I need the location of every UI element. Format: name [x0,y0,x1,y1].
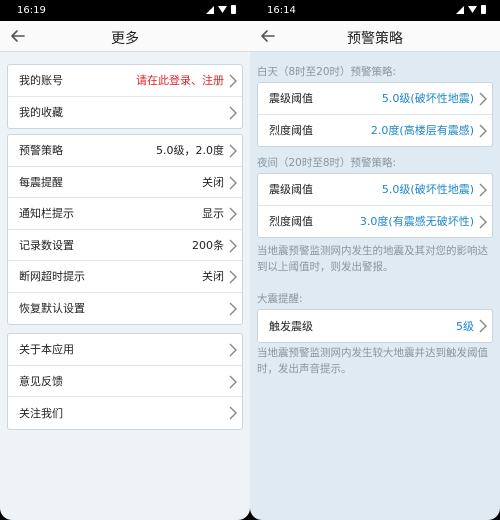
page-title: 预警策略 [347,31,403,47]
battery-icon [231,5,236,14]
row-night-magnitude-threshold[interactable]: 震级阈值 5.0级(破坏性地震) [258,174,492,206]
row-notification-bar[interactable]: 通知栏提示 显示 [8,198,242,230]
chevron-right-icon [229,302,237,315]
settings-group: 预警策略 5.0级，2.0度 每震提醒 关闭 通知栏提示 显示 记录数设置 20… [7,134,243,325]
row-day-intensity-threshold[interactable]: 烈度阈值 2.0度(高楼层有震感) [258,115,492,147]
about-group: 关于本应用 意见反馈 关注我们 [7,333,243,430]
row-value: 5.0级，2.0度 [156,144,224,158]
big-quake-description: 当地震预警监测网内发生较大地震并达到触发阈值时，发出声音提示。 [257,347,488,375]
row-record-count[interactable]: 记录数设置 200条 [8,230,242,261]
login-register-link[interactable]: 请在此登录、注册 [136,72,224,88]
row-value: 5级 [456,319,474,333]
chevron-right-icon [229,74,237,88]
chevron-right-icon [229,207,237,221]
row-label: 通知栏提示 [19,207,74,221]
row-value: 关闭 [202,270,224,284]
row-label: 断网超时提示 [19,270,85,284]
row-value: 3.0度(有震感无破坏性) [359,215,474,229]
row-label: 烈度阈值 [269,124,313,138]
row-warning-strategy[interactable]: 预警策略 5.0级，2.0度 [8,135,242,167]
chevron-right-icon [229,106,237,119]
chevron-right-icon [229,343,237,357]
status-time: 16:14 [267,5,296,16]
row-label: 记录数设置 [19,238,74,252]
row-value: 显示 [202,207,224,221]
chevron-right-icon [479,92,487,106]
top-app-bar: 更多 [0,21,250,52]
status-time: 16:19 [17,5,46,16]
row-each-quake-reminder[interactable]: 每震提醒 关闭 [8,167,242,198]
row-my-favorites[interactable]: 我的收藏 [8,97,242,129]
row-label: 震级阈值 [269,183,313,197]
row-label: 恢复默认设置 [19,302,85,316]
signal-icon [206,5,214,14]
strategy-description: 当地震预警监测网内发生的地震及其对您的影响达到以上阈值时，则发出警报。 [257,245,488,273]
row-label: 每震提醒 [19,175,63,189]
night-strategy-group: 震级阈值 5.0级(破坏性地震) 烈度阈值 3.0度(有震感无破坏性) [257,173,493,238]
status-bar: 16:19 [0,0,250,21]
row-offline-timeout[interactable]: 断网超时提示 关闭 [8,261,242,293]
row-label: 关于本应用 [19,343,74,357]
chevron-right-icon [229,239,237,252]
wifi-icon [468,6,477,13]
row-value: 2.0度(高楼层有震感) [370,124,474,138]
big-quake-group: 触发震级 5级 [257,309,493,343]
row-night-intensity-threshold[interactable]: 烈度阈值 3.0度(有震感无破坏性) [258,206,492,238]
row-value: 5.0级(破坏性地震) [381,183,474,197]
chevron-right-icon [229,270,237,284]
chevron-right-icon [229,176,237,189]
row-value: 200条 [192,238,224,252]
row-label: 烈度阈值 [269,215,313,229]
chevron-right-icon [479,124,487,137]
row-label: 意见反馈 [19,374,63,388]
chevron-right-icon [229,375,237,388]
row-feedback[interactable]: 意见反馈 [8,366,242,397]
row-restore-defaults[interactable]: 恢复默认设置 [8,293,242,325]
row-label: 我的收藏 [19,106,63,120]
day-section-label: 白天（8时至20时）预警策略: [257,66,397,78]
top-app-bar: 预警策略 [250,21,500,52]
chevron-right-icon [229,144,237,158]
row-follow-us[interactable]: 关注我们 [8,397,242,429]
row-label: 我的账号 [19,74,63,88]
big-quake-section-label: 大震提醒: [257,293,303,305]
row-value: 关闭 [202,175,224,189]
row-day-magnitude-threshold[interactable]: 震级阈值 5.0级(破坏性地震) [258,83,492,115]
account-group: 我的账号 请在此登录、注册 我的收藏 [7,64,243,129]
settings-more-screen: 16:19 更多 我的账号 请在此登录、注册 我的收藏 预警策略 5.0级，2.… [0,0,250,520]
row-my-account[interactable]: 我的账号 请在此登录、注册 [8,65,242,97]
chevron-right-icon [479,319,487,333]
row-about-app[interactable]: 关于本应用 [8,334,242,366]
chevron-right-icon [479,215,487,228]
signal-icon [456,5,464,14]
status-bar: 16:14 [250,0,500,21]
row-trigger-magnitude[interactable]: 触发震级 5级 [258,310,492,342]
warning-strategy-screen: 16:14 预警策略 白天（8时至20时）预警策略: 震级阈值 5.0级(破坏性… [250,0,500,520]
day-strategy-group: 震级阈值 5.0级(破坏性地震) 烈度阈值 2.0度(高楼层有震感) [257,82,493,147]
chevron-right-icon [229,406,237,420]
page-title: 更多 [111,31,139,47]
row-label: 触发震级 [269,319,313,333]
battery-icon [481,5,486,14]
chevron-right-icon [479,183,487,197]
night-section-label: 夜间（20时至8时）预警策略: [257,157,397,169]
wifi-icon [218,6,227,13]
row-value: 5.0级(破坏性地震) [381,92,474,106]
row-label: 预警策略 [19,144,63,158]
row-label: 关注我们 [19,406,63,420]
row-label: 震级阈值 [269,92,313,106]
